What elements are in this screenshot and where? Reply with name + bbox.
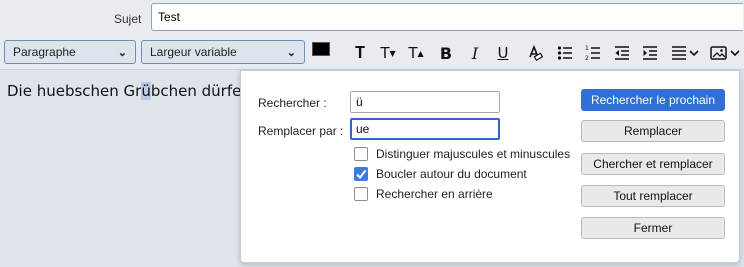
smaller-text-icon[interactable]: 𝐓 xyxy=(350,42,370,64)
subject-input[interactable] xyxy=(151,3,743,31)
editor-selection: ü xyxy=(141,82,151,100)
font-dropdown[interactable]: Largeur variable ⌄ xyxy=(141,40,305,64)
replace-button[interactable]: Remplacer xyxy=(581,120,725,142)
larger-text-icon[interactable]: T ▲ xyxy=(406,42,426,64)
numbered-list-icon[interactable]: 12 xyxy=(583,42,603,64)
align-menu-icon[interactable] xyxy=(670,42,700,64)
svg-text:2: 2 xyxy=(585,55,589,62)
text-color-button[interactable] xyxy=(310,40,340,66)
decrease-indent-icon[interactable] xyxy=(612,42,632,64)
paragraph-format-dropdown[interactable]: Paragraphe ⌄ xyxy=(4,40,136,64)
svg-text:1: 1 xyxy=(585,45,589,52)
formatting-toolbar: Paragraphe ⌄ Largeur variable ⌄ 𝐓 T ▼ T ▲ … xyxy=(0,36,744,70)
chevron-down-icon: ⌄ xyxy=(117,46,127,59)
find-label: Rechercher : xyxy=(258,96,327,110)
editor-text: Die huebschen Grübchen dürfen xyxy=(7,82,251,100)
find-replace-dialog: Rechercher : Remplacer par : Distinguer … xyxy=(240,70,740,263)
find-input[interactable] xyxy=(350,91,500,113)
text-color-swatch xyxy=(312,42,330,56)
wrap-around-checkbox[interactable]: Boucler autour du document xyxy=(354,167,527,181)
underline-icon[interactable]: U xyxy=(494,42,512,64)
wrap-around-label: Boucler autour du document xyxy=(376,167,527,181)
checkbox-unchecked xyxy=(354,187,368,201)
remove-formatting-icon[interactable] xyxy=(524,42,544,64)
replace-label: Remplacer par : xyxy=(258,124,344,138)
editor-text-after: bchen dürfen xyxy=(150,82,251,100)
font-value: Largeur variable xyxy=(150,45,237,59)
bold-icon[interactable]: B xyxy=(437,42,455,64)
search-backwards-label: Rechercher en arrière xyxy=(376,187,493,201)
close-button[interactable]: Fermer xyxy=(581,217,725,239)
replace-all-button[interactable]: Tout remplacer xyxy=(581,185,725,207)
increase-indent-icon[interactable] xyxy=(640,42,660,64)
bulleted-list-icon[interactable] xyxy=(555,42,575,64)
find-next-button[interactable]: Rechercher le prochain xyxy=(581,89,725,111)
text-size-decrease-icon[interactable]: T ▼ xyxy=(378,42,398,64)
replace-input[interactable] xyxy=(350,118,500,140)
match-case-label: Distinguer majuscules et minuscules xyxy=(376,147,571,161)
subject-row: Sujet xyxy=(0,0,744,36)
search-backwards-checkbox[interactable]: Rechercher en arrière xyxy=(354,187,493,201)
match-case-checkbox[interactable]: Distinguer majuscules et minuscules xyxy=(354,147,570,161)
italic-icon[interactable]: I xyxy=(466,42,484,64)
checkmark-icon xyxy=(354,167,368,181)
checkbox-unchecked xyxy=(354,147,368,161)
paragraph-format-value: Paragraphe xyxy=(13,45,76,59)
insert-image-menu-icon[interactable] xyxy=(710,42,740,64)
replace-and-find-button[interactable]: Chercher et remplacer xyxy=(581,153,725,175)
editor-text-before: Die huebschen Gr xyxy=(7,82,142,100)
subject-label: Sujet xyxy=(114,12,142,26)
chevron-down-icon: ⌄ xyxy=(286,46,296,59)
